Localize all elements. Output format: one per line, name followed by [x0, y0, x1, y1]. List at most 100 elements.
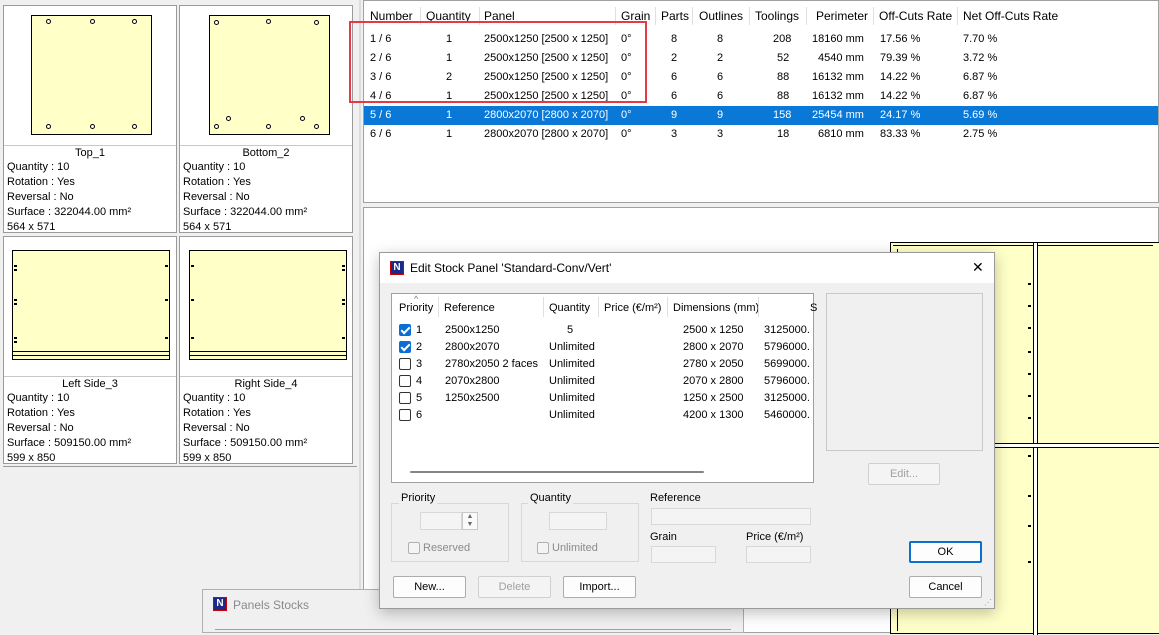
drill-mark-icon	[165, 299, 168, 301]
priority-checkbox[interactable]	[399, 324, 411, 336]
grain-label: Grain	[650, 531, 677, 543]
col-net-offcuts-rate[interactable]: Net Off-Cuts Rate	[963, 9, 1058, 23]
priority-checkbox[interactable]	[399, 392, 411, 404]
list-col-reference[interactable]: Reference	[444, 302, 495, 314]
priority-checkbox[interactable]	[399, 341, 411, 353]
drill-hole-icon	[90, 124, 95, 129]
col-perimeter[interactable]: Perimeter	[816, 9, 868, 23]
drill-mark-icon	[191, 337, 194, 339]
part-card-right-side[interactable]: Right Side_4 Quantity : 10 Rotation : Ye…	[179, 236, 353, 464]
import-button[interactable]: Import...	[563, 576, 636, 598]
part-card-top[interactable]: Top_1 Quantity : 10 Rotation : Yes Rever…	[3, 5, 177, 233]
col-offcuts-rate[interactable]: Off-Cuts Rate	[879, 9, 952, 23]
part-card-left-side[interactable]: Left Side_3 Quantity : 10 Rotation : Yes…	[3, 236, 177, 464]
drill-mark-icon	[14, 337, 17, 339]
drill-mark-icon	[191, 299, 194, 301]
part-thumbnail	[31, 15, 152, 135]
drill-mark-icon	[342, 265, 345, 267]
part-quantity: Quantity : 10	[183, 392, 246, 404]
priority-spinner-input[interactable]	[420, 512, 462, 530]
table-row-selected[interactable]: 5 / 6 1 2800x2070 [2800 x 2070] 0° 9 9 1…	[364, 106, 1158, 125]
part-size: 599 x 850	[7, 452, 56, 464]
new-button[interactable]: New...	[393, 576, 466, 598]
part-quantity: Quantity : 10	[7, 161, 70, 173]
reference-label: Reference	[650, 492, 701, 504]
list-item[interactable]: 3 2780x2050 2 faces Unlimited 2780 x 205…	[392, 356, 813, 373]
drill-mark-icon	[342, 299, 345, 301]
app-logo-icon: N	[390, 261, 404, 275]
part-card-bottom[interactable]: Bottom_2 Quantity : 10 Rotation : Yes Re…	[179, 5, 353, 233]
cancel-button[interactable]: Cancel	[909, 576, 982, 598]
col-outlines[interactable]: Outlines	[699, 9, 743, 23]
panel-preview	[826, 293, 983, 451]
drill-hole-icon	[314, 20, 319, 25]
edit-button[interactable]: Edit...	[868, 463, 940, 485]
window-title: Panels Stocks	[233, 598, 310, 612]
list-col-surface[interactable]: S	[810, 302, 817, 314]
grain-input[interactable]	[651, 546, 716, 563]
list-col-price[interactable]: Price (€/m²)	[604, 302, 661, 314]
part-rotation: Rotation : Yes	[7, 176, 75, 188]
col-parts[interactable]: Parts	[661, 9, 689, 23]
list-item[interactable]: 4 2070x2800 Unlimited 2070 x 2800 579600…	[392, 373, 813, 390]
list-item[interactable]: 1 2500x1250 5 2500 x 1250 3125000.	[392, 322, 813, 339]
drill-hole-icon	[226, 116, 231, 121]
drill-hole-icon	[132, 19, 137, 24]
part-name: Left Side_3	[4, 376, 176, 390]
part-reversal: Reversal : No	[183, 422, 250, 434]
edit-stock-panel-dialog[interactable]: N Edit Stock Panel 'Standard-Conv/Vert' …	[379, 252, 995, 609]
horizontal-scrollbar[interactable]	[410, 471, 704, 473]
drill-hole-icon	[214, 20, 219, 25]
drill-mark-icon	[14, 299, 17, 301]
stock-panels-list[interactable]: ^ Priority Reference Quantity Price (€/m…	[391, 293, 817, 483]
price-input[interactable]	[746, 546, 811, 563]
list-item[interactable]: 6 Unlimited 4200 x 1300 5460000.	[392, 407, 813, 424]
part-thumbnail	[12, 250, 170, 360]
part-size: 564 x 571	[183, 221, 232, 233]
delete-button[interactable]: Delete	[478, 576, 551, 598]
drill-mark-icon	[342, 303, 345, 305]
part-thumbnail	[209, 15, 330, 135]
list-col-priority[interactable]: Priority	[399, 302, 433, 314]
table-row[interactable]: 6 / 6 1 2800x2070 [2800 x 2070] 0° 3 3 1…	[364, 125, 1158, 144]
drill-mark-icon	[14, 341, 17, 343]
part-name: Right Side_4	[180, 376, 352, 390]
ok-button[interactable]: OK	[909, 541, 982, 563]
priority-checkbox[interactable]	[399, 375, 411, 387]
part-info: Quantity : 10 Rotation : Yes Reversal : …	[183, 391, 307, 466]
parts-pane: Top_1 Quantity : 10 Rotation : Yes Rever…	[0, 0, 361, 634]
reference-input[interactable]	[651, 508, 811, 525]
unlimited-checkbox[interactable]	[537, 542, 549, 554]
list-col-dimensions[interactable]: Dimensions (mm)	[673, 302, 759, 314]
drill-mark-icon	[191, 265, 194, 267]
drill-hole-icon	[214, 124, 219, 129]
drill-mark-icon	[165, 337, 168, 339]
list-item[interactable]: 5 1250x2500 Unlimited 1250 x 2500 312500…	[392, 390, 813, 407]
close-icon[interactable]: ✕	[972, 259, 984, 276]
part-surface: Surface : 509150.00 mm²	[7, 437, 132, 449]
part-size: 599 x 850	[183, 452, 232, 464]
part-quantity: Quantity : 10	[183, 161, 246, 173]
drill-hole-icon	[266, 19, 271, 24]
part-surface: Surface : 509150.00 mm²	[183, 437, 308, 449]
quantity-input[interactable]	[549, 512, 607, 530]
priority-checkbox[interactable]	[399, 358, 411, 370]
part-rotation: Rotation : Yes	[7, 407, 75, 419]
price-label: Price (€/m²)	[746, 531, 804, 543]
reserved-label: Reserved	[423, 542, 471, 554]
col-toolings[interactable]: Toolings	[755, 9, 799, 23]
part-name: Bottom_2	[180, 145, 352, 159]
part-info: Quantity : 10 Rotation : Yes Reversal : …	[183, 160, 307, 235]
list-col-quantity[interactable]: Quantity	[549, 302, 590, 314]
drill-hole-icon	[300, 116, 305, 121]
spinner-arrows-icon[interactable]: ▲ ▼	[462, 512, 478, 530]
quantity-group-label: Quantity	[528, 492, 573, 504]
dialog-titlebar[interactable]: N Edit Stock Panel 'Standard-Conv/Vert' …	[380, 253, 994, 283]
priority-checkbox[interactable]	[399, 409, 411, 421]
resize-grip-icon[interactable]: ⋰	[984, 598, 992, 607]
reserved-checkbox[interactable]	[408, 542, 420, 554]
part-size: 564 x 571	[7, 221, 56, 233]
list-item[interactable]: 2 2800x2070 Unlimited 2800 x 2070 579600…	[392, 339, 813, 356]
part-rotation: Rotation : Yes	[183, 176, 251, 188]
part-reversal: Reversal : No	[183, 191, 250, 203]
